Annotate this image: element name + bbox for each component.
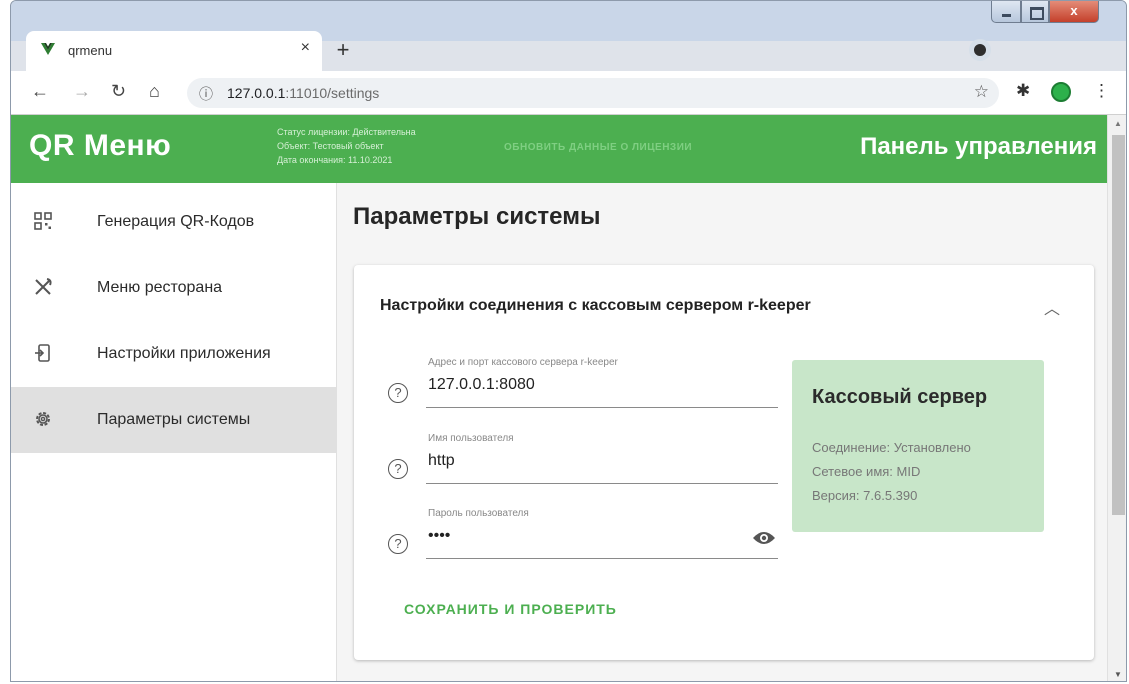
password-input[interactable]: •••• [428,527,450,545]
app: QR Меню Статус лицензии: Действительна О… [11,115,1107,681]
browser-menu-icon[interactable]: ⋮ [1093,81,1110,101]
license-info: Статус лицензии: Действительна Объект: Т… [277,125,416,167]
page-title: Параметры системы [353,203,601,230]
window-controls: x [991,1,1119,23]
url-host: 127.0.0.1 [227,85,286,101]
field-label: Пароль пользователя [428,508,529,519]
server-address-input[interactable]: 127.0.0.1:8080 [428,376,535,394]
server-network-name: Сетевое имя: MID [812,464,921,479]
sidebar-item-label: Параметры системы [97,411,251,428]
bookmark-star-icon[interactable]: ☆ [974,82,989,102]
scroll-down-icon[interactable]: ▼ [1114,670,1122,679]
brand-title: QR Меню [29,129,172,162]
scrollbar-thumb[interactable] [1112,135,1125,515]
profile-icon[interactable] [969,39,991,61]
panel-title: Панель управления [860,133,1097,160]
info-icon[interactable]: ⓘ [199,84,213,104]
back-icon[interactable]: ← [31,81,49,102]
connection-settings-card: Настройки соединения с кассовым сервером… [354,265,1094,660]
new-tab-button[interactable]: + [329,37,357,65]
utensils-icon [35,278,52,295]
extension-icon[interactable] [1051,82,1071,102]
field-underline [426,483,778,484]
sidebar: Генерация QR-Кодов Меню ресторана Настро… [11,183,337,681]
window-close-button[interactable]: x [1049,1,1099,23]
tab-title: qrmenu [68,43,113,58]
license-expiry: Дата окончания: 11.10.2021 [277,155,393,165]
browser-tab[interactable]: qrmenu × [26,31,322,71]
maximize-button[interactable] [1021,1,1049,23]
tab-close-icon[interactable]: × [301,39,310,57]
server-address-field[interactable]: ? Адрес и порт кассового сервера r-keepe… [384,357,778,419]
card-title[interactable]: Настройки соединения с кассовым сервером… [380,297,811,315]
vue-logo-icon [41,43,55,55]
username-input[interactable]: http [428,452,455,470]
field-underline [426,407,778,408]
server-connection: Соединение: Установлено [812,440,971,455]
eye-icon[interactable] [752,530,776,546]
sidebar-item-system-params[interactable]: Параметры системы [11,387,337,453]
url-path: :11010/settings [285,85,380,101]
scroll-up-icon[interactable]: ▲ [1114,119,1122,128]
help-icon[interactable]: ? [388,383,408,403]
reload-icon[interactable]: ↻ [111,81,126,102]
username-field[interactable]: ? Имя пользователя http [384,433,778,495]
license-status: Статус лицензии: Действительна [277,127,416,137]
page-scrollbar[interactable]: ▲ ▼ [1107,115,1126,681]
minimize-button[interactable] [991,1,1021,23]
field-label: Имя пользователя [428,433,514,444]
extensions-icon[interactable]: ✱ [1016,81,1030,101]
app-settings-icon [35,344,50,362]
sidebar-item-label: Настройки приложения [97,345,271,362]
home-icon[interactable]: ⌂ [149,81,160,102]
refresh-license-button[interactable]: Обновить данные о лицензии [504,142,692,153]
field-underline [426,558,778,559]
sidebar-item-label: Генерация QR-Кодов [97,213,255,230]
server-status-title: Кассовый сервер [812,386,988,408]
sidebar-item-app-settings[interactable]: Настройки приложения [11,321,337,387]
sidebar-item-label: Меню ресторана [97,279,223,296]
field-label: Адрес и порт кассового сервера r-keeper [428,357,618,368]
password-field[interactable]: ? Пароль пользователя •••• [384,508,778,570]
sidebar-item-restaurant-menu[interactable]: Меню ресторана [11,255,337,321]
server-status-box: Кассовый сервер Соединение: Установлено … [792,360,1044,532]
qr-code-icon [34,212,52,230]
browser-window: x qrmenu × + ← → ↻ ⌂ ⓘ 127.0.0.1:11010/s… [10,0,1127,682]
chevron-up-icon[interactable]: ︿ [1044,295,1060,319]
help-icon[interactable]: ? [388,459,408,479]
address-bar[interactable]: ⓘ 127.0.0.1:11010/settings ☆ [187,78,999,108]
gear-icon [36,412,50,426]
main-content: Параметры системы Настройки соединения с… [338,183,1107,681]
license-object: Объект: Тестовый объект [277,141,384,151]
save-and-check-button[interactable]: СОХРАНИТЬ И ПРОВЕРИТЬ [404,601,617,617]
help-icon[interactable]: ? [388,534,408,554]
forward-icon[interactable]: → [73,81,91,102]
server-version: Версия: 7.6.5.390 [812,488,918,503]
sidebar-item-qr-codes[interactable]: Генерация QR-Кодов [11,189,337,255]
url-text: 127.0.0.1:11010/settings [227,85,379,101]
app-bar: QR Меню Статус лицензии: Действительна О… [11,115,1107,183]
browser-toolbar: ← → ↻ ⌂ ⓘ 127.0.0.1:11010/settings ☆ ✱ ⋮ [11,71,1126,115]
